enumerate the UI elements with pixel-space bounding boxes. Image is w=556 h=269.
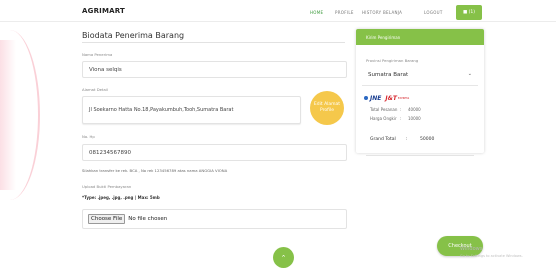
address-label: Alamat Detail [82, 87, 108, 92]
file-type-hint: *Type: .jpeg, .jpg, .png | Max: 5mb [82, 195, 160, 200]
cart-button[interactable]: ■ (1) [456, 5, 482, 20]
address-field[interactable]: Jl Soekarno Hatta No.18,Payakumbuh,Tooh,… [82, 96, 301, 124]
navbar-divider [0, 21, 556, 22]
scroll-top-button[interactable]: ⌃ [273, 247, 294, 268]
nav-logout[interactable]: LOGOUT [424, 10, 443, 15]
file-upload-input[interactable]: Choose File No file chosen [82, 209, 347, 229]
province-select[interactable]: Sumatra Barat ⌄ [362, 67, 478, 83]
jne-logo[interactable]: JNE [370, 95, 381, 102]
decorative-strip [0, 40, 16, 190]
file-status: No file chosen [128, 216, 168, 222]
shipping-card: Kirim Pengiriman Provinsi Pengiriman Bar… [356, 29, 484, 156]
windows-watermark: Windows [460, 246, 483, 252]
nav-profile[interactable]: PROFILE [335, 10, 354, 15]
select-underline [362, 85, 478, 86]
navbar: AGRIMART HOME PROFILE HISTORY BELANJA LO… [82, 4, 482, 21]
edit-address-button[interactable]: Edit Alamat Profile [310, 91, 344, 125]
card-header: Kirim Pengiriman [356, 29, 484, 45]
transfer-instructions: Silahkan transfer ke rek. BCA , No rek 1… [82, 168, 228, 173]
grand-total-row: Grand Total : 50000 [370, 137, 435, 142]
phone-field[interactable]: 081234567890 [82, 144, 347, 161]
windows-watermark-sub: Go to Settings to activate Windows. [460, 254, 523, 258]
shipping-value: 10000 [408, 116, 421, 121]
subtotal-label: Total Pesanan [370, 107, 398, 112]
province-value: Sumatra Barat [368, 72, 409, 78]
subtotal-row: Total Pesanan : 40000 [370, 107, 421, 112]
grand-total-label: Grand Total [370, 137, 396, 142]
nav-home[interactable]: HOME [310, 10, 323, 15]
hp-label: No. Hp [82, 134, 95, 139]
subtotal-value: 40000 [408, 107, 421, 112]
brand-logo[interactable]: AGRIMART [82, 7, 125, 15]
total-divider [366, 155, 474, 156]
jnt-logo[interactable]: J&T [385, 95, 397, 102]
upload-label: Upload Bukti Pembayaran [82, 184, 132, 189]
shipping-row: Harga Ongkir : 10000 [370, 116, 421, 121]
chevron-up-icon: ⌃ [280, 253, 287, 262]
courier-options: JNE J&T EXPRESS [364, 93, 409, 103]
title-divider [82, 42, 345, 43]
shipping-label: Harga Ongkir [370, 116, 397, 121]
choose-file-button[interactable]: Choose File [88, 214, 126, 224]
province-label: Provinsi Pengiriman Barang [366, 58, 419, 63]
chevron-down-icon: ⌄ [467, 71, 472, 77]
jnt-logo-sub: EXPRESS [397, 96, 410, 100]
grand-total-value: 50000 [420, 137, 435, 142]
page-title: Biodata Penerima Barang [82, 31, 185, 40]
radio-jne-selected[interactable] [364, 96, 368, 100]
name-field[interactable]: Viona selqis [82, 61, 347, 78]
nav-history[interactable]: HISTORY BELANJA [362, 10, 402, 15]
name-label: Nama Penerima [82, 52, 113, 57]
